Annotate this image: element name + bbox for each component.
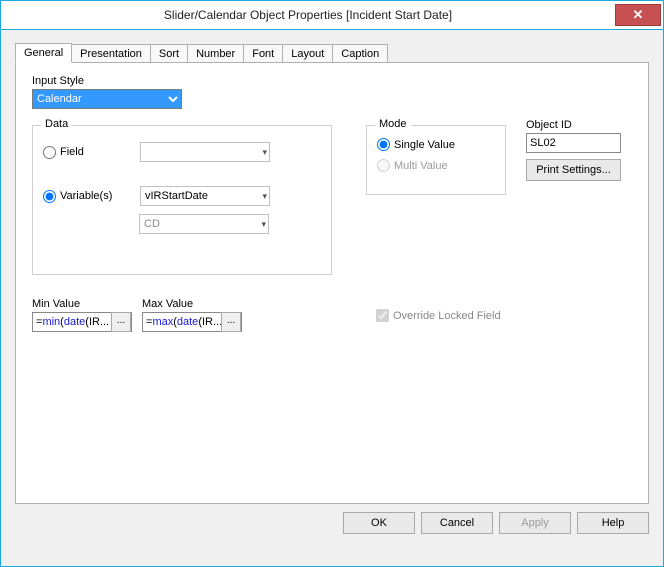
tab-general[interactable]: General [15,43,72,63]
max-value-expression: =max(date(IR... [143,316,221,328]
tab-presentation[interactable]: Presentation [71,44,151,63]
override-label: Override Locked Field [393,310,501,322]
chevron-down-icon: ▾ [262,191,267,202]
object-id-input[interactable] [526,133,621,153]
min-value-field[interactable]: =min(date(IR... ... [32,312,132,332]
tab-caption[interactable]: Caption [332,44,388,63]
object-id-label: Object ID [526,119,648,131]
chevron-down-icon: ▾ [262,147,267,158]
client-area: General Presentation Sort Number Font La… [1,30,663,566]
tab-sort[interactable]: Sort [150,44,188,63]
min-value-expression: =min(date(IR... [33,316,111,328]
radio-multi-label: Multi Value [394,160,448,172]
window-title: Slider/Calendar Object Properties [Incid… [1,8,615,22]
input-style-dropdown[interactable]: Calendar [32,89,182,109]
radio-variables-label: Variable(s) [60,190,140,202]
radio-field[interactable] [43,146,56,159]
print-settings-button[interactable]: Print Settings... [526,159,621,181]
max-value-label: Max Value [142,298,242,310]
variable-primary-value: vIRStartDate [145,190,208,202]
tab-layout[interactable]: Layout [282,44,333,63]
tab-strip: General Presentation Sort Number Font La… [15,40,649,62]
close-button[interactable]: ✕ [615,4,661,26]
titlebar: Slider/Calendar Object Properties [Incid… [1,1,663,30]
tab-font[interactable]: Font [243,44,283,63]
radio-field-label: Field [60,146,140,158]
min-value-label: Min Value [32,298,132,310]
override-checkbox [376,309,389,322]
chevron-down-icon: ▾ [261,219,266,230]
field-combo[interactable]: ▾ [140,142,270,162]
variable-secondary-combo[interactable]: CD ▾ [139,214,269,234]
ok-button[interactable]: OK [343,512,415,534]
radio-single-label: Single Value [394,139,455,151]
apply-button: Apply [499,512,571,534]
radio-multi-value [377,159,390,172]
tab-number[interactable]: Number [187,44,244,63]
dialog-window: Slider/Calendar Object Properties [Incid… [0,0,664,567]
group-data: Data Field ▾ Variable(s) vIRStartDate ▾ [32,125,332,275]
max-value-expression-button[interactable]: ... [221,312,241,332]
max-value-field[interactable]: =max(date(IR... ... [142,312,242,332]
radio-variables[interactable] [43,190,56,203]
group-mode: Mode Single Value Multi Value [366,125,506,195]
range-block: Min Value =min(date(IR... ... Max Value … [32,298,242,332]
dialog-buttons: OK Cancel Apply Help [15,512,649,534]
override-locked-field: Override Locked Field [376,309,501,322]
tab-panel-general: Input Style Calendar Data Field ▾ Var [15,62,649,504]
cancel-button[interactable]: Cancel [421,512,493,534]
input-style-label: Input Style [32,75,632,87]
radio-single-value[interactable] [377,138,390,151]
variable-primary-combo[interactable]: vIRStartDate ▾ [140,186,270,206]
close-icon: ✕ [633,7,644,23]
group-data-legend: Data [41,118,72,130]
min-value-expression-button[interactable]: ... [111,312,131,332]
help-button[interactable]: Help [577,512,649,534]
object-id-block: Object ID Print Settings... [526,119,648,181]
group-mode-legend: Mode [375,118,411,130]
variable-secondary-value: CD [144,218,160,230]
